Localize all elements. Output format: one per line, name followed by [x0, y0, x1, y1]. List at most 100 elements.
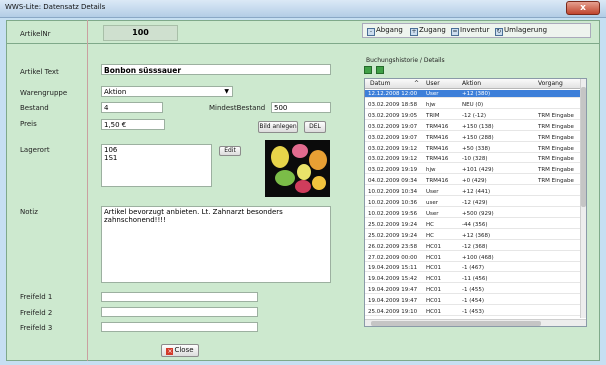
table-cell: 27.02.2009 00:00: [368, 254, 418, 261]
bild-anlegen-button[interactable]: Bild anlegen: [258, 121, 298, 133]
table-row[interactable]: 03.02.2009 19:12 TRM416 +50 (338) TRM Einga…: [365, 145, 580, 153]
table-cell: HC01: [426, 287, 441, 294]
warengruppe-select[interactable]: Aktion ▼: [101, 86, 233, 97]
window-close-button[interactable]: x: [566, 1, 600, 15]
table-row[interactable]: 19.04.2009 19:47 HC01 -1 (455): [365, 286, 580, 295]
artikeltext-label: Artikel Text: [20, 68, 59, 76]
preis-field[interactable]: 1,50 €: [101, 119, 165, 130]
freifeld3-field[interactable]: [101, 322, 258, 332]
horizontal-scroll-thumb[interactable]: [371, 321, 541, 326]
inventur-button[interactable]: = Inventur: [451, 26, 489, 36]
table-cell: 10.02.2009 10:34: [368, 189, 418, 196]
freifeld2-label: Freifeld 2: [20, 309, 53, 317]
table-cell: TRM Eingabe: [538, 112, 574, 119]
table-cell: 10.02.2009 19:56: [368, 210, 418, 217]
column-header-user[interactable]: User: [426, 80, 440, 87]
table-cell: +50 (338): [462, 145, 491, 152]
table-cell: -10 (328): [462, 156, 488, 163]
table-cell: 03.02.2009 19:12: [368, 145, 418, 152]
lagerort-item[interactable]: 106: [104, 146, 209, 154]
table-cell: TRM416: [426, 178, 449, 185]
umlagerung-icon: ↻: [495, 28, 503, 36]
chevron-down-icon: ▼: [224, 88, 229, 95]
table-row[interactable]: 10.02.2009 19:56 User +500 (929): [365, 210, 580, 218]
table-cell: 25.04.2009 19:10: [368, 309, 418, 315]
table-row[interactable]: 26.02.2009 23:58 HC01 -12 (368): [365, 243, 580, 251]
table-cell: -11 (456): [462, 276, 488, 283]
table-row[interactable]: 25.04.2009 19:10 HC01 -1 (453): [365, 308, 580, 316]
close-button-label: Close: [174, 346, 194, 354]
column-header-datum[interactable]: Datum: [370, 80, 390, 87]
table-row[interactable]: 19.04.2009 19:47 HC01 -1 (454): [365, 297, 580, 306]
table-cell: 03.02.2009 19:05: [368, 112, 418, 119]
column-header-aktion[interactable]: Aktion: [462, 80, 481, 87]
table-cell: 19.04.2009 19:47: [368, 298, 418, 305]
table-cell: 26.02.2009 23:58: [368, 243, 418, 250]
table-row[interactable]: 03.02.2009 19:05 TRIM -12 (-12) TRM Eingabe: [365, 112, 580, 120]
table-cell: 10.02.2009 10:36: [368, 200, 418, 206]
table-cell: -1 (467): [462, 265, 485, 272]
zugang-icon: +: [410, 28, 418, 36]
lagerort-list[interactable]: 106 1S1: [101, 144, 212, 187]
zugang-button[interactable]: + Zugang: [410, 26, 446, 36]
freifeld2-field[interactable]: [101, 307, 258, 317]
artikeltext-field[interactable]: Bonbon süsssauer: [101, 64, 331, 75]
table-cell: 03.02.2009 18:58: [368, 101, 418, 108]
table-cell: TRM Eingabe: [538, 134, 574, 141]
article-image: [265, 140, 330, 197]
umlagerung-button[interactable]: ↻ Umlagerung: [495, 26, 547, 36]
table-row[interactable]: 25.02.2009 19:24 HC -44 (356): [365, 221, 580, 229]
table-cell: NEU (0): [462, 101, 484, 108]
warengruppe-value: Aktion: [104, 88, 127, 96]
table-row[interactable]: 12.12.2008 12:00 User +12 (380): [365, 90, 580, 98]
table-row[interactable]: 03.02.2009 19:12 TRM416 -10 (328) TRM Einga…: [365, 155, 580, 164]
artikelnr-value: 100: [103, 25, 178, 41]
table-row[interactable]: 27.02.2009 00:00 HC01 +100 (468): [365, 254, 580, 262]
export-icon[interactable]: [364, 66, 372, 74]
table-row[interactable]: 19.04.2009 15:11 HC01 -1 (467): [365, 264, 580, 273]
table-cell: 19.04.2009 15:11: [368, 265, 418, 272]
close-icon: ×: [166, 348, 174, 355]
edit-button[interactable]: Edit: [219, 146, 241, 156]
bestand-field[interactable]: 4: [101, 102, 163, 113]
table-row[interactable]: 25.02.2009 19:24 HC +12 (368): [365, 232, 580, 240]
freifeld1-field[interactable]: [101, 292, 258, 302]
table-cell: TRM Eingabe: [538, 167, 574, 174]
table-row[interactable]: 03.02.2009 19:19 hjw +101 (429) TRM Eingabe: [365, 166, 580, 175]
table-row[interactable]: 10.02.2009 10:36 user -12 (429): [365, 199, 580, 207]
table-cell: 25.02.2009 19:24: [368, 221, 418, 228]
table-row[interactable]: 03.02.2009 19:07 TRM416 +150 (288) TRM Eing…: [365, 134, 580, 142]
warengruppe-label: Warengruppe: [20, 89, 68, 97]
table-cell: -12 (368): [462, 243, 488, 250]
notiz-field[interactable]: Artikel bevorzugt anbieten. Lt. Zahnarzt…: [101, 206, 331, 283]
column-header-vorgang[interactable]: Vorgang: [538, 80, 563, 87]
vertical-scroll-thumb[interactable]: [581, 87, 586, 207]
table-row[interactable]: 03.02.2009 19:07 TRM416 +150 (138) TRM Eing…: [365, 123, 580, 131]
table-cell: TRM416: [426, 145, 449, 152]
history-label: Buchungshistorie / Details: [366, 57, 445, 64]
table-row[interactable]: 04.02.2009 09:34 TRM416 +0 (429) TRM Eingab…: [365, 177, 580, 186]
table-cell: hjw: [426, 167, 436, 174]
refresh-icon[interactable]: [376, 66, 384, 74]
title-bar[interactable]: WWS-Lite: Datensatz Details x: [0, 0, 606, 18]
lagerort-label: Lagerort: [20, 146, 50, 154]
table-cell: 19.04.2009 15:42: [368, 276, 418, 283]
table-cell: -1 (453): [462, 309, 485, 315]
window-title: WWS-Lite: Datensatz Details: [5, 3, 106, 11]
table-cell: TRM Eingabe: [538, 156, 574, 163]
table-row[interactable]: 19.04.2009 15:42 HC01 -11 (456): [365, 275, 580, 284]
lagerort-item[interactable]: 1S1: [104, 154, 209, 162]
table-cell: user: [426, 200, 438, 206]
abgang-button[interactable]: - Abgang: [367, 26, 403, 36]
table-row[interactable]: 10.02.2009 10:34 User +12 (441): [365, 188, 580, 197]
close-button[interactable]: × Close: [161, 344, 199, 357]
mindestbestand-field[interactable]: 500: [271, 102, 331, 113]
table-cell: HC01: [426, 309, 441, 315]
del-button[interactable]: DEL: [304, 121, 326, 133]
table-cell: +0 (429): [462, 178, 487, 185]
table-cell: HC01: [426, 298, 441, 305]
inventur-icon: =: [451, 28, 459, 36]
history-grid[interactable]: Datum ^ User Aktion Vorgang 12.12.2008 1…: [364, 78, 587, 327]
table-row[interactable]: 03.02.2009 18:58 hjw NEU (0): [365, 101, 580, 109]
notiz-label: Notiz: [20, 208, 38, 216]
